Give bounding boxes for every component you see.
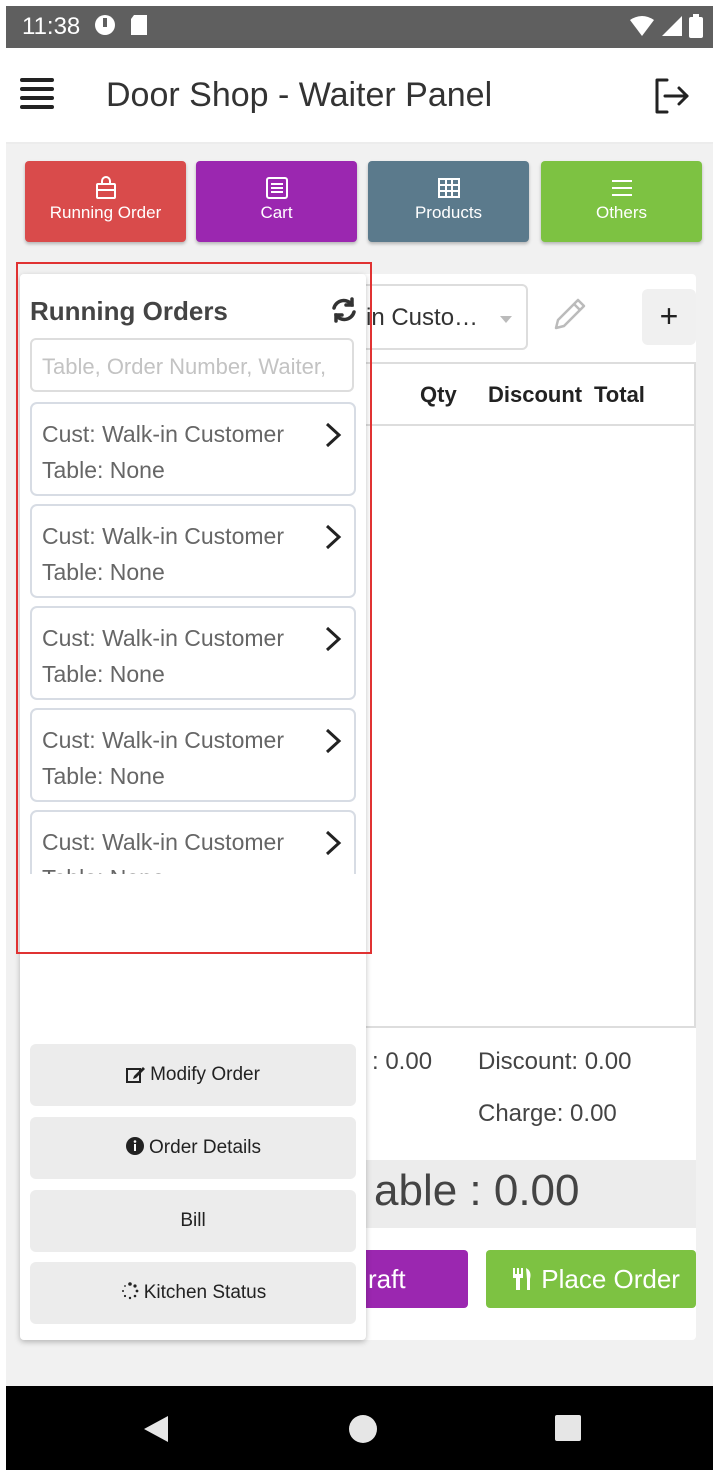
system-navigation-bar [6, 1386, 713, 1470]
cart-button[interactable]: Cart [196, 161, 357, 242]
order-table: Table: None [42, 860, 354, 874]
utensils-icon [513, 1268, 531, 1290]
running-order-item[interactable]: Cust: Walk-in Customer Table: None [30, 606, 356, 700]
chevron-right-icon [325, 830, 342, 856]
status-bar: 11:38 [6, 6, 713, 48]
order-table: Table: None [42, 457, 165, 483]
status-time: 11:38 [22, 13, 81, 40]
column-total: Total [594, 382, 645, 407]
order-table: Table: None [42, 763, 165, 789]
products-label: Products [414, 203, 483, 222]
shopping-bag-icon [93, 175, 119, 201]
kitchen-status-label: Kitchen Status [143, 1282, 267, 1303]
cart-table-header: Qty Discount Total [352, 364, 694, 426]
total-payable: able : 0.00 [350, 1160, 696, 1228]
menu-lines-icon [609, 175, 635, 201]
running-order-button[interactable]: Running Order [25, 161, 186, 242]
cart-label: Cart [260, 203, 293, 222]
notification-icon [94, 14, 116, 41]
place-order-button[interactable]: Place Order [486, 1250, 696, 1308]
kitchen-status-button[interactable]: Kitchen Status [30, 1262, 356, 1324]
modify-order-label: Modify Order [150, 1064, 260, 1085]
running-order-item[interactable]: Cust: Walk-in Customer Table: None [30, 708, 356, 802]
running-order-label: Running Order [49, 203, 162, 222]
content-area: Running Order Cart Products Others in Cu… [6, 144, 713, 1386]
column-discount: Discount [488, 382, 583, 407]
running-orders-list: Cust: Walk-in Customer Table: None Cust:… [30, 402, 360, 874]
others-label: Others [595, 203, 648, 222]
running-order-item[interactable]: Cust: Walk-in Customer Table: None [30, 504, 356, 598]
running-orders-search-input[interactable]: Table, Order Number, Waiter, [30, 338, 354, 392]
cart-table: Qty Discount Total [350, 362, 696, 1028]
edit-pencil-icon[interactable] [548, 294, 590, 336]
logout-icon[interactable] [651, 76, 691, 116]
battery-icon [689, 14, 703, 43]
app-bar: Door Shop - Waiter Panel [6, 48, 713, 144]
running-orders-panel: Running Orders Table, Order Number, Wait… [16, 262, 372, 1340]
info-icon [126, 1137, 145, 1155]
others-button[interactable]: Others [541, 161, 702, 242]
screen: 11:38 Door Shop - Waiter Panel Running O… [0, 0, 713, 1470]
draft-button[interactable]: raft [350, 1250, 468, 1308]
bill-label: Bill [180, 1210, 206, 1231]
products-button[interactable]: Products [368, 161, 529, 242]
order-details-button[interactable]: Order Details [30, 1117, 356, 1179]
recents-icon[interactable] [554, 1414, 582, 1442]
order-table: Table: None [42, 559, 165, 585]
discount-value: Discount: 0.00 [478, 1048, 632, 1075]
running-order-item[interactable]: Cust: Walk-in Customer Table: None [30, 402, 356, 496]
grid-icon [436, 175, 462, 201]
chevron-down-icon [500, 316, 512, 323]
customer-select-value: in Custo… [366, 304, 479, 331]
back-icon[interactable] [142, 1414, 170, 1444]
order-details-label: Order Details [149, 1137, 261, 1158]
running-orders-title: Running Orders [30, 296, 228, 326]
modify-order-button[interactable]: Modify Order [30, 1044, 356, 1106]
chevron-right-icon [325, 728, 342, 754]
hamburger-menu-icon[interactable] [20, 78, 54, 109]
order-customer: Cust: Walk-in Customer [42, 727, 284, 753]
order-customer: Cust: Walk-in Customer [42, 625, 284, 651]
add-customer-button[interactable]: + [642, 289, 696, 345]
chevron-right-icon [325, 626, 342, 652]
charge-value: Charge: 0.00 [478, 1100, 617, 1127]
customer-select[interactable]: in Custo… [350, 284, 528, 350]
bill-button[interactable]: Bill [30, 1190, 356, 1252]
wifi-icon [629, 15, 655, 42]
place-order-label: Place Order [541, 1264, 680, 1294]
order-customer: Cust: Walk-in Customer [42, 829, 284, 855]
edit-icon [126, 1067, 146, 1083]
sd-card-icon [130, 14, 148, 41]
list-icon [264, 175, 290, 201]
order-customer: Cust: Walk-in Customer [42, 523, 284, 549]
chevron-right-icon [325, 422, 342, 448]
subtotal-value: : 0.00 [372, 1048, 433, 1075]
refresh-icon[interactable] [330, 296, 358, 324]
draft-label: raft [368, 1264, 406, 1294]
page-title: Door Shop - Waiter Panel [106, 76, 493, 114]
chevron-right-icon [325, 524, 342, 550]
order-table: Table: None [42, 661, 165, 687]
running-order-item[interactable]: Cust: Walk-in Customer Table: None [30, 810, 356, 874]
order-customer: Cust: Walk-in Customer [42, 421, 284, 447]
signal-icon [661, 15, 683, 42]
column-qty: Qty [420, 382, 457, 407]
spinner-icon [121, 1282, 139, 1300]
home-icon[interactable] [348, 1414, 378, 1444]
